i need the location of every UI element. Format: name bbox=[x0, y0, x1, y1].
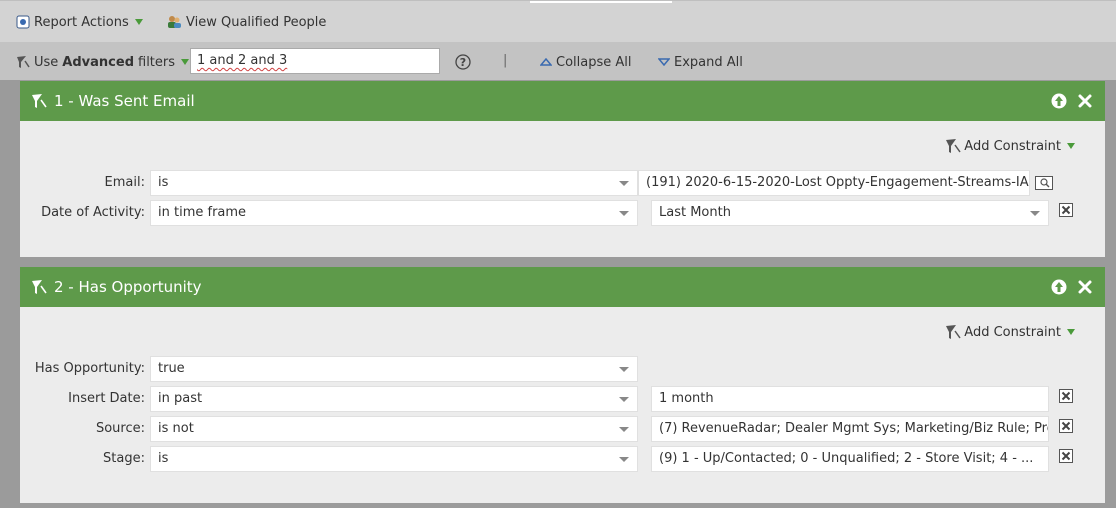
add-constraint-label: Add Constraint bbox=[964, 138, 1061, 154]
operator-select[interactable]: is bbox=[150, 170, 638, 196]
collapse-all-button[interactable]: Collapse All bbox=[540, 53, 632, 71]
arrow-up-circle-icon[interactable] bbox=[1051, 93, 1067, 109]
chevron-down-icon bbox=[619, 427, 629, 432]
help-symbol: ? bbox=[460, 56, 466, 69]
constraint-label: Source: bbox=[95, 421, 145, 436]
chevron-down-icon bbox=[619, 181, 629, 186]
operator-value: in time frame bbox=[158, 205, 247, 220]
report-actions-label: Report Actions bbox=[34, 14, 129, 30]
value-select[interactable]: Last Month bbox=[651, 200, 1049, 226]
constraint-label: Has Opportunity: bbox=[34, 361, 145, 376]
view-qualified-people-label: View Qualified People bbox=[186, 14, 327, 30]
filter-panel-2: 2 - Has Opportunity Add Constraint Has O… bbox=[20, 267, 1105, 503]
toolbar-separator: | bbox=[503, 53, 508, 68]
delete-box-icon[interactable] bbox=[1059, 419, 1073, 433]
source-value-field[interactable]: (7) RevenueRadar; Dealer Mgmt Sys; Marke… bbox=[651, 416, 1049, 442]
top-toolbar: Report Actions View Qualified People bbox=[0, 0, 1116, 42]
filter-panel-header: 1 - Was Sent Email bbox=[20, 81, 1105, 121]
caret-down-icon bbox=[134, 19, 143, 25]
triangle-down-icon bbox=[658, 58, 670, 66]
operator-select[interactable]: in time frame bbox=[150, 200, 638, 226]
add-constraint-label: Add Constraint bbox=[964, 324, 1061, 340]
chevron-down-icon bbox=[619, 397, 629, 402]
chevron-down-icon bbox=[1030, 211, 1040, 216]
arrow-up-circle-icon[interactable] bbox=[1051, 279, 1067, 295]
add-constraint-button[interactable]: Add Constraint bbox=[945, 137, 1075, 155]
operator-value: is bbox=[158, 451, 169, 466]
caret-down-icon bbox=[1067, 329, 1075, 335]
delete-box-icon[interactable] bbox=[1059, 389, 1073, 403]
view-qualified-people-button[interactable]: View Qualified People bbox=[166, 13, 326, 31]
expand-all-button[interactable]: Expand All bbox=[658, 53, 743, 71]
lookup-icon[interactable] bbox=[1035, 176, 1053, 190]
close-icon[interactable] bbox=[1077, 279, 1093, 295]
chevron-down-icon bbox=[619, 367, 629, 372]
value-text: Last Month bbox=[659, 205, 731, 220]
filter-panel-header: 2 - Has Opportunity bbox=[20, 267, 1105, 307]
stage-value-field[interactable]: (9) 1 - Up/Contacted; 0 - Unqualified; 2… bbox=[651, 446, 1049, 472]
funnel-icon bbox=[17, 56, 30, 68]
caret-down-icon bbox=[1067, 143, 1075, 149]
chevron-down-icon bbox=[619, 457, 629, 462]
people-icon bbox=[168, 16, 181, 28]
chevron-down-icon bbox=[619, 211, 629, 216]
funnel-icon bbox=[946, 325, 961, 339]
filter-icon bbox=[32, 94, 47, 108]
operator-select[interactable]: in past bbox=[150, 386, 638, 412]
use-label: Use bbox=[34, 54, 59, 70]
add-constraint-button[interactable]: Add Constraint bbox=[945, 323, 1075, 341]
triangle-up-icon bbox=[540, 58, 552, 66]
operator-value: is bbox=[158, 175, 169, 190]
funnel-icon bbox=[946, 139, 961, 153]
filter-bar: Use Advanced filters 1 and 2 and 3 ? | C… bbox=[0, 42, 1116, 80]
filter-title: 2 - Has Opportunity bbox=[54, 278, 202, 296]
operator-value: true bbox=[158, 361, 185, 376]
filter-logic-input[interactable]: 1 and 2 and 3 bbox=[190, 48, 440, 74]
constraint-label: Stage: bbox=[103, 451, 145, 466]
filter-panel-1: 1 - Was Sent Email Add Constraint Email:… bbox=[20, 81, 1105, 257]
constraint-label: Date of Activity: bbox=[41, 205, 145, 220]
operator-select[interactable]: is not bbox=[150, 416, 638, 442]
caret-down-icon bbox=[181, 59, 190, 65]
report-icon bbox=[16, 15, 30, 29]
operator-value: in past bbox=[158, 391, 203, 406]
constraint-label: Email: bbox=[104, 175, 145, 190]
constraint-label: Insert Date: bbox=[68, 391, 145, 406]
collapse-all-label: Collapse All bbox=[556, 54, 632, 70]
operator-select[interactable]: is bbox=[150, 446, 638, 472]
filter-icon bbox=[32, 280, 47, 294]
operator-select[interactable]: true bbox=[150, 356, 638, 382]
advanced-label: Advanced bbox=[62, 54, 134, 70]
operator-value: is not bbox=[158, 421, 194, 436]
expand-all-label: Expand All bbox=[674, 54, 743, 70]
report-actions-menu[interactable]: Report Actions bbox=[16, 13, 147, 31]
delete-box-icon[interactable] bbox=[1059, 449, 1073, 463]
active-tab-indicator bbox=[530, 1, 672, 3]
filters-label: filters bbox=[138, 54, 176, 70]
filter-title: 1 - Was Sent Email bbox=[54, 92, 195, 110]
delete-box-icon[interactable] bbox=[1059, 203, 1073, 217]
help-button[interactable]: ? bbox=[455, 53, 471, 71]
email-value-field[interactable]: (191) 2020-6-15-2020-Lost Oppty-Engageme… bbox=[638, 170, 1030, 196]
close-icon[interactable] bbox=[1077, 93, 1093, 109]
advanced-filters-toggle[interactable]: Use Advanced filters bbox=[16, 53, 190, 71]
help-icon: ? bbox=[455, 54, 471, 70]
insert-date-value-field[interactable]: 1 month bbox=[651, 386, 1049, 412]
